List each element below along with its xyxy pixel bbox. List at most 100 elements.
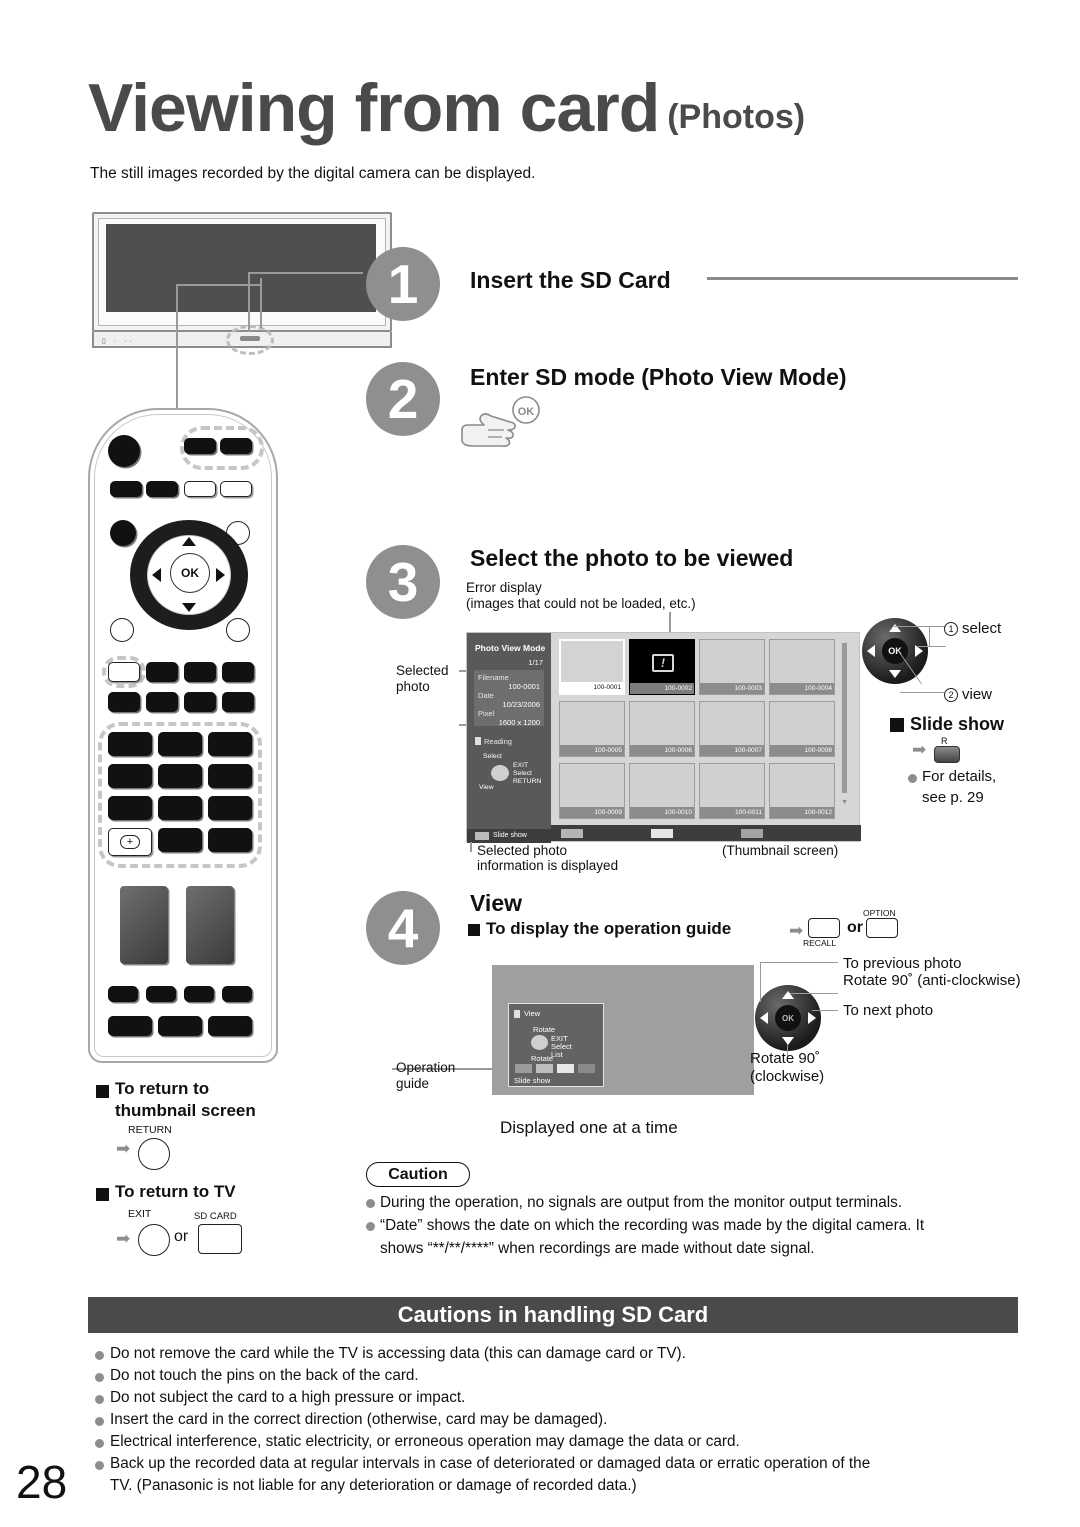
- rotate-anti-line: [790, 993, 838, 995]
- thumbnail-scrollbar[interactable]: [842, 643, 847, 793]
- recall-key[interactable]: [808, 918, 840, 938]
- sdcard-key-button[interactable]: [198, 1224, 242, 1254]
- remote-button-c1: [108, 692, 140, 712]
- guide-label-return: RETURN: [513, 778, 542, 785]
- step-3-badge: 3: [366, 545, 440, 619]
- photo-view-mode-title: Photo View Mode: [475, 643, 546, 653]
- return-arrow-icon: ➡: [116, 1139, 131, 1158]
- next-photo-line: [812, 1010, 838, 1012]
- remote-num-7: [108, 796, 152, 820]
- remote-button-r: [108, 662, 140, 682]
- view-guide-dpad-icon: [531, 1035, 548, 1050]
- thumbnail-2-error[interactable]: ! 100-0002: [629, 639, 695, 695]
- sd-caution-item-1: Do not remove the card while the TV is a…: [110, 1345, 686, 1362]
- selected-photo-info-line2: information is displayed: [477, 858, 619, 873]
- prev-photo-line-v: [760, 962, 762, 1002]
- photo-counter: 1/17: [528, 658, 543, 667]
- thumbnail-label-4: 100-0004: [770, 683, 834, 694]
- thumbnail-11[interactable]: 100-0011: [699, 763, 765, 819]
- return-thumbnail-line1: To return to: [115, 1079, 210, 1098]
- tv-indicator-dots: ▯ · ··: [102, 338, 135, 345]
- thumbnail-3[interactable]: 100-0003: [699, 639, 765, 695]
- rotate-label-top: Rotate: [533, 1025, 556, 1034]
- remote-button-f3: [208, 1016, 252, 1036]
- remote-button-sd: [184, 438, 216, 454]
- guide-label-select-top: Select: [483, 753, 502, 760]
- thumbnail-label-3: 100-0003: [700, 683, 764, 694]
- operation-guide-box: View Rotate EXIT Select List Rotate Slid…: [508, 1003, 604, 1087]
- error-display-caption-line1: Error display: [466, 580, 542, 595]
- thumbnail-label-6: 100-0006: [630, 745, 694, 756]
- slide-show-details-line2: see p. 29: [922, 789, 984, 806]
- dpad-left-arrow-icon-step4[interactable]: [760, 1012, 768, 1024]
- error-image-icon: !: [652, 654, 674, 672]
- sd-bullet-5: [95, 1439, 104, 1448]
- prev-photo-line-h: [760, 962, 838, 964]
- guide-label-exit: EXIT: [513, 762, 529, 769]
- callout2-line-b: [900, 692, 944, 694]
- thumbnail-7[interactable]: 100-0007: [699, 701, 765, 757]
- remote-button-f1: [108, 1016, 152, 1036]
- photo-info-box: Filename 100-0001 Date 10/23/2006 Pixel …: [474, 670, 544, 727]
- guide-dpad-icon: [491, 765, 509, 781]
- callout-2-text: view: [962, 686, 993, 703]
- callout-1-text: select: [962, 620, 1002, 637]
- view-slide-show-label: Slide show: [514, 1076, 551, 1085]
- remote-button-y: [184, 662, 216, 682]
- guide-label-view: View: [479, 784, 494, 791]
- tv-illustration: ▯ · ··: [92, 212, 392, 355]
- sd-bullet-2: [95, 1373, 104, 1382]
- remote-num-2: [158, 732, 202, 756]
- return-key-button[interactable]: [138, 1138, 170, 1170]
- remote-button-d: [208, 828, 252, 852]
- page-title-sub: (Photos): [667, 98, 806, 136]
- exit-key-button[interactable]: [138, 1224, 170, 1256]
- slide-show-heading: Slide show: [910, 714, 1005, 734]
- photo-info-panel: Photo View Mode 1/17 Filename 100-0001 D…: [467, 633, 551, 843]
- thumbnail-label-1: 100-0001: [561, 682, 623, 693]
- thumbnail-12[interactable]: 100-0012: [769, 763, 835, 819]
- remote-button-menu: [110, 520, 136, 546]
- info-label-pixel: Pixel: [478, 709, 495, 718]
- dpad-ok-button-step4[interactable]: OK: [775, 1005, 801, 1031]
- thumbnail-4[interactable]: 100-0004: [769, 639, 835, 695]
- callout-number-1: 1: [944, 622, 958, 636]
- option-key[interactable]: [866, 918, 898, 938]
- leader-line-step1: [248, 272, 363, 274]
- slide-show-red-key[interactable]: [934, 746, 960, 763]
- remote-num-0: [158, 828, 202, 852]
- thumbnail-10[interactable]: 100-0010: [629, 763, 695, 819]
- label-to-next-photo: To next photo: [843, 1002, 934, 1019]
- step-2-badge: 2: [366, 362, 440, 436]
- step-1-badge: 1: [366, 247, 440, 321]
- footer-chip-3: [741, 829, 763, 838]
- thumbnail-8[interactable]: 100-0008: [769, 701, 835, 757]
- sd-caution-item-6: Back up the recorded data at regular int…: [110, 1455, 871, 1472]
- sd-slot-highlight-circle: [226, 325, 274, 355]
- dpad-right-arrow-icon-step4[interactable]: [808, 1012, 816, 1024]
- rotate-label-bottom: Rotate: [531, 1054, 554, 1063]
- operation-guide-label-line1: Operation: [396, 1060, 456, 1075]
- remote-button-e2: [146, 986, 176, 1002]
- thumbnail-6[interactable]: 100-0006: [629, 701, 695, 757]
- remote-num-8: [158, 796, 202, 820]
- exit-key-label: EXIT: [128, 1208, 152, 1220]
- thumbnail-5[interactable]: 100-0005: [559, 701, 625, 757]
- thumbnail-label-9: 100-0009: [560, 807, 624, 818]
- thumbnail-9[interactable]: 100-0009: [559, 763, 625, 819]
- scroll-down-arrow-icon[interactable]: ▼: [841, 799, 848, 806]
- dpad-left-arrow-icon-step3[interactable]: [867, 645, 875, 657]
- dpad-step4: OK: [755, 985, 821, 1051]
- leader-line-to-remote-h: [176, 284, 262, 286]
- sd-bullet-1: [95, 1351, 104, 1360]
- callout1-line-c: [918, 646, 946, 648]
- remote-dpad-ring: OK: [130, 520, 248, 630]
- dpad-down-arrow-icon-step3[interactable]: [889, 670, 901, 678]
- page-title: Viewing from card (Photos): [88, 62, 1018, 142]
- reading-card-icon: [475, 737, 481, 745]
- label-rotate-clockwise-line2: (clockwise): [750, 1068, 825, 1085]
- caution-badge: Caution: [366, 1162, 470, 1187]
- reading-status: Reading: [484, 737, 512, 746]
- thumbnail-1[interactable]: 100-0001: [559, 639, 625, 695]
- option-key-label: OPTION: [863, 908, 896, 918]
